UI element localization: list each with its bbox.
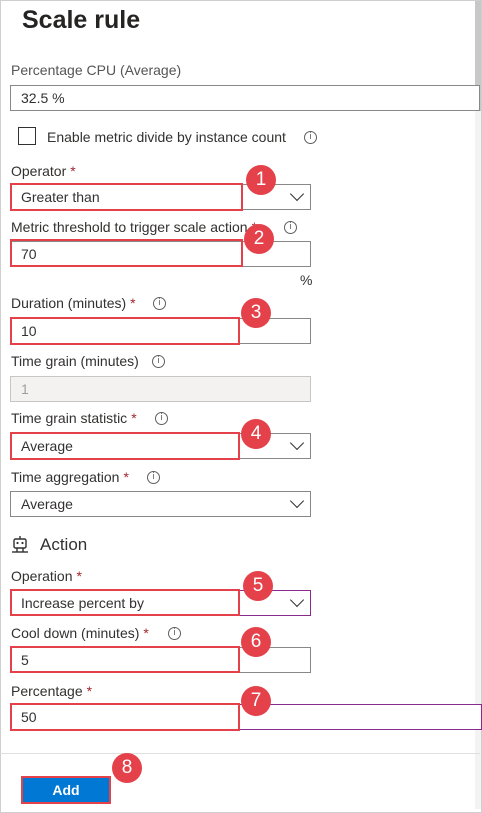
page-title: Scale rule (22, 6, 141, 34)
step-badge-7: 7 (241, 686, 271, 716)
info-icon[interactable]: i (147, 471, 160, 484)
time-grain-input: 1 (10, 376, 311, 402)
info-icon[interactable]: i (155, 412, 168, 425)
step-badge-1: 1 (246, 165, 276, 195)
metric-label: Percentage CPU (Average) (11, 62, 182, 78)
robot-icon (12, 536, 28, 553)
info-icon[interactable]: i (152, 355, 165, 368)
threshold-label: Metric threshold to trigger scale action… (11, 219, 257, 235)
duration-label: Duration (minutes) * (11, 295, 136, 311)
enable-divide-label: Enable metric divide by instance count (47, 129, 286, 145)
chevron-down-icon (289, 435, 305, 451)
scrollbar-track[interactable] (475, 1, 481, 809)
cool-down-label: Cool down (minutes) * (11, 625, 149, 641)
time-grain-value: 1 (21, 381, 29, 397)
highlight-box-3 (10, 317, 240, 345)
highlight-box-8 (21, 776, 111, 804)
enable-divide-checkbox[interactable] (18, 127, 36, 145)
step-badge-8: 8 (112, 753, 142, 783)
time-grain-label: Time grain (minutes) (11, 353, 139, 369)
info-icon[interactable]: i (168, 627, 181, 640)
time-grain-statistic-label: Time grain statistic * (11, 410, 137, 426)
highlight-box-4 (10, 432, 240, 460)
step-badge-4: 4 (241, 419, 271, 449)
required-mark: * (70, 163, 76, 179)
action-heading: Action (40, 535, 88, 554)
percentage-label: Percentage * (11, 683, 93, 699)
highlight-box-1 (10, 183, 243, 211)
time-aggregation-label: Time aggregation * (11, 469, 129, 485)
footer-divider (0, 753, 480, 754)
chevron-down-icon (289, 186, 305, 202)
step-badge-3: 3 (241, 298, 271, 328)
step-badge-2: 2 (244, 224, 274, 254)
time-aggregation-dropdown[interactable]: Average (10, 491, 311, 517)
step-badge-5: 5 (243, 571, 273, 601)
highlight-box-5 (10, 589, 240, 616)
info-icon[interactable]: i (284, 221, 297, 234)
metric-value: 32.5 % (21, 90, 65, 106)
info-icon[interactable]: i (304, 131, 317, 144)
chevron-down-icon (289, 493, 305, 509)
time-aggregation-value: Average (21, 496, 73, 512)
highlight-box-7 (10, 703, 240, 731)
operator-label: Operator * (11, 163, 76, 179)
step-badge-6: 6 (241, 627, 271, 657)
operation-label: Operation * (11, 568, 82, 584)
highlight-box-2 (10, 239, 243, 267)
threshold-unit: % (300, 272, 313, 288)
info-icon[interactable]: i (153, 297, 166, 310)
highlight-box-6 (10, 646, 240, 673)
metric-value-field: 32.5 % (10, 85, 480, 111)
chevron-down-icon (289, 592, 305, 608)
